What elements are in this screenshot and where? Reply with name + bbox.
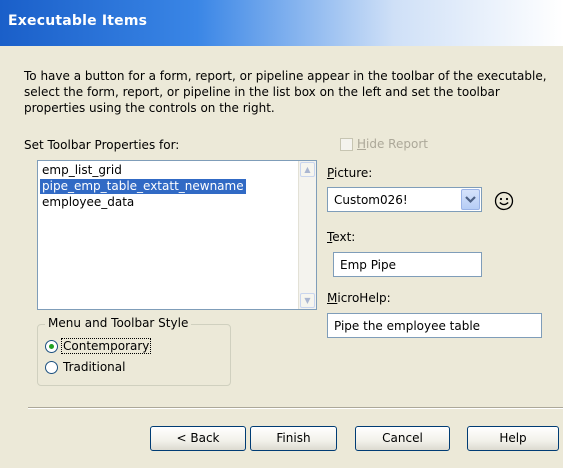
text-label: Text: xyxy=(327,230,355,244)
hide-report-checkbox[interactable] xyxy=(340,138,353,151)
list-item[interactable]: employee_data xyxy=(40,195,136,210)
radio-selected-dot xyxy=(49,344,54,349)
scroll-down-icon[interactable]: ▼ xyxy=(300,293,315,308)
contemporary-radio-label[interactable]: Contemporary xyxy=(60,338,152,354)
smiley-icon xyxy=(494,191,514,211)
style-groupbox xyxy=(37,324,231,386)
traditional-radio-label[interactable]: Traditional xyxy=(63,360,125,374)
listbox-scrollbar[interactable]: ▲ ▼ xyxy=(298,161,316,309)
text-input[interactable]: Emp Pipe xyxy=(333,252,482,277)
chevron-down-icon xyxy=(465,196,476,204)
microhelp-input[interactable]: Pipe the employee table xyxy=(327,313,542,338)
hide-report-label-mnemonic: H xyxy=(357,137,367,151)
groupbox-legend: Menu and Toolbar Style xyxy=(45,316,192,330)
back-button[interactable]: < Back xyxy=(150,426,246,451)
help-button[interactable]: Help xyxy=(467,426,559,451)
text-label-rest: ext: xyxy=(332,230,356,244)
list-item-selected[interactable]: pipe_emp_table_extatt_newname xyxy=(40,179,246,194)
list-label: Set Toolbar Properties for: xyxy=(24,138,180,152)
picture-label-rest: icture: xyxy=(333,166,373,180)
window-title: Executable Items xyxy=(8,13,148,29)
microhelp-input-value: Pipe the employee table xyxy=(334,319,481,333)
picture-dropdown[interactable]: Custom026! xyxy=(327,187,482,212)
picture-label-mnemonic: P xyxy=(327,166,334,180)
microhelp-label-rest: icroHelp: xyxy=(337,291,391,305)
hide-report-label-rest: ide Report xyxy=(366,137,428,151)
text-input-value: Emp Pipe xyxy=(340,258,397,272)
scroll-up-icon[interactable]: ▲ xyxy=(300,162,315,177)
traditional-radio[interactable] xyxy=(45,361,58,374)
microhelp-label-mnemonic: M xyxy=(327,291,338,305)
finish-button[interactable]: Finish xyxy=(250,426,337,451)
microhelp-label: MicroHelp: xyxy=(327,291,391,305)
dropdown-button[interactable] xyxy=(461,189,480,210)
items-listbox[interactable]: emp_list_grid pipe_emp_table_extatt_newn… xyxy=(37,160,317,310)
hide-report-label[interactable]: Hide Report xyxy=(357,137,428,151)
separator-line xyxy=(28,407,563,409)
picture-value: Custom026! xyxy=(334,193,408,207)
instructions-text: To have a button for a form, report, or … xyxy=(24,69,547,115)
cancel-button[interactable]: Cancel xyxy=(355,426,450,451)
list-item[interactable]: emp_list_grid xyxy=(40,163,124,178)
picture-label: Picture: xyxy=(327,166,372,180)
contemporary-radio[interactable] xyxy=(45,340,58,353)
